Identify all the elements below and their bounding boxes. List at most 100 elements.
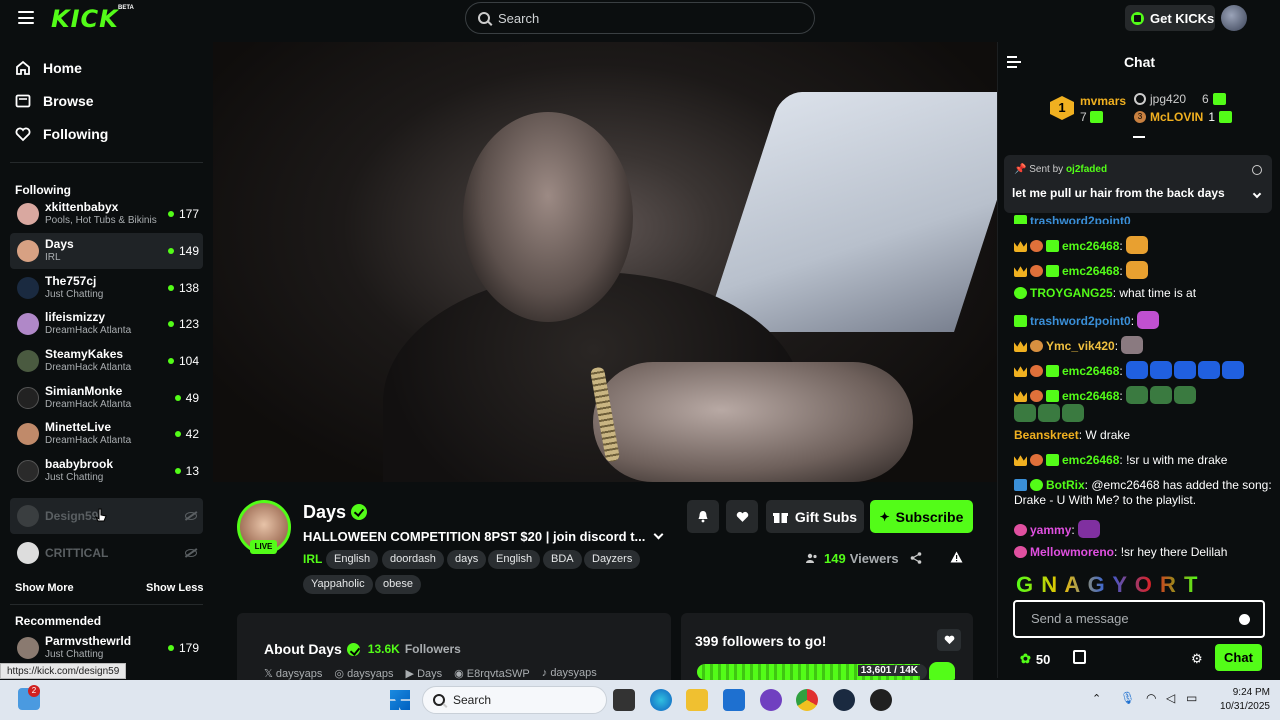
stream-tag[interactable]: English	[488, 550, 541, 569]
nav-browse[interactable]: Browse	[15, 93, 94, 109]
chrome-browser-icon[interactable]	[796, 689, 818, 711]
tray-chevron-icon[interactable]: ⌃	[1092, 692, 1101, 705]
video-player[interactable]	[213, 42, 997, 482]
chat-message: yammy:	[1014, 520, 1274, 538]
followed-channel[interactable]: baabybrook Just Chatting 13	[10, 453, 203, 489]
social-x[interactable]: 𝕏 daysyaps	[264, 667, 322, 680]
social-discord[interactable]: ◉ E8rqvtaSWP	[454, 667, 530, 680]
social-instagram[interactable]: ◎ daysyaps	[334, 667, 393, 680]
leader-entry[interactable]: jpg420 6	[1134, 92, 1229, 106]
file-explorer-icon[interactable]	[686, 689, 708, 711]
chat-input[interactable]: Send a message	[1013, 600, 1265, 638]
kick-logo[interactable]: KICK	[51, 5, 119, 33]
stream-tag[interactable]: doordash	[382, 550, 444, 569]
show-more-button[interactable]: Show More	[15, 582, 74, 594]
show-less-button[interactable]: Show Less	[146, 582, 203, 594]
sub-badge-icon	[1030, 265, 1043, 277]
stream-tag[interactable]: English	[326, 550, 379, 569]
social-tiktok[interactable]: ♪ daysyaps	[542, 667, 597, 680]
search-input[interactable]: Search	[465, 2, 815, 34]
menu-icon[interactable]	[18, 11, 34, 24]
chat-username[interactable]: yammy	[1030, 523, 1071, 537]
chat-message: emc26468:	[1014, 261, 1274, 279]
leader-entry[interactable]: 3 McLOVIN 1	[1134, 110, 1235, 124]
chat-message: trashword2point0	[1014, 214, 1274, 224]
chat-username[interactable]: emc26468	[1062, 264, 1119, 278]
recommended-channel[interactable]: Parmvsthewrld Just Chatting 179	[10, 633, 203, 663]
send-chat-button[interactable]: Chat	[1215, 644, 1262, 671]
emote-icon	[1062, 404, 1084, 422]
game-app-icon[interactable]	[870, 689, 892, 711]
followed-channel[interactable]: The757cj Just Chatting 138	[10, 270, 203, 306]
store-icon[interactable]	[1073, 650, 1086, 664]
steam-app-icon[interactable]	[833, 689, 855, 711]
taskbar-search[interactable]: Search	[422, 686, 607, 714]
chat-username[interactable]: trashword2point0	[1030, 314, 1131, 328]
nav-home[interactable]: Home	[15, 60, 82, 76]
hide-pin-icon[interactable]	[1252, 165, 1262, 175]
followed-channel[interactable]: SteamyKakes DreamHack Atlanta 104	[10, 343, 203, 379]
channel-category: Just Chatting	[45, 649, 104, 661]
report-icon[interactable]	[950, 551, 963, 566]
chat-username[interactable]: TROYGANG25	[1030, 286, 1113, 300]
chat-username[interactable]: emc26468	[1062, 364, 1119, 378]
chat-username[interactable]: trashword2point0	[1030, 214, 1131, 224]
followed-channel[interactable]: lifeismizzy DreamHack Atlanta 123	[10, 306, 203, 342]
discord-app-icon[interactable]	[760, 689, 782, 711]
chevron-down-icon[interactable]	[653, 529, 664, 540]
goal-follow-button[interactable]	[937, 629, 961, 651]
chat-username[interactable]: Ymc_vik420	[1046, 339, 1115, 353]
social-youtube[interactable]: ▶ Days	[406, 667, 443, 680]
wifi-icon[interactable]: ◠	[1146, 691, 1156, 705]
stream-tag[interactable]: Dayzers	[584, 550, 641, 569]
nav-following[interactable]: Following	[15, 126, 108, 142]
notification-button[interactable]	[687, 500, 719, 533]
emoji-icon[interactable]	[1239, 614, 1250, 625]
store-app-icon[interactable]	[723, 689, 745, 711]
volume-icon[interactable]: ◁	[1166, 691, 1175, 705]
get-kicks-button[interactable]: Get KICKs	[1125, 5, 1215, 31]
video-frame-head	[463, 112, 633, 322]
gift-subs-button[interactable]: Gift Subs	[766, 500, 864, 533]
task-view-icon[interactable]	[613, 689, 635, 711]
battery-icon[interactable]: ▭	[1186, 691, 1197, 705]
stream-title[interactable]: HALLOWEEN COMPETITION 8PST $20 | join di…	[303, 529, 664, 544]
emote-icon	[1150, 361, 1173, 379]
followed-channel[interactable]: Days IRL 149	[10, 233, 203, 269]
sub-badge-icon	[1030, 454, 1043, 466]
windows-start-icon[interactable]	[390, 690, 410, 710]
user-avatar[interactable]	[1221, 5, 1247, 31]
chat-username[interactable]: BotRix	[1046, 478, 1085, 492]
offline-eye-icon	[185, 512, 197, 520]
chevron-down-icon[interactable]	[1252, 189, 1262, 199]
expand-leaderboard-icon[interactable]	[1133, 136, 1145, 138]
chat-username[interactable]: emc26468	[1062, 239, 1119, 253]
followed-channel[interactable]: xkittenbabyx Pools, Hot Tubs & Bikinis 17…	[10, 196, 203, 232]
follow-button[interactable]	[726, 500, 758, 533]
search-icon	[433, 694, 445, 706]
chat-username[interactable]: emc26468	[1062, 453, 1119, 467]
avatar	[17, 637, 39, 659]
clock[interactable]: 9:24 PM 10/31/2025	[1220, 686, 1270, 714]
stream-tag[interactable]: BDA	[543, 550, 582, 569]
chat-username[interactable]: Mellowmoreno	[1030, 545, 1114, 559]
chat-username[interactable]: Beanskreet	[1014, 428, 1079, 442]
mouse-cursor-icon	[95, 508, 107, 522]
divider	[10, 604, 203, 605]
followed-channel[interactable]: SimianMonke DreamHack Atlanta 49	[10, 380, 203, 416]
leader-name[interactable]: mvmars	[1080, 94, 1126, 108]
category-link[interactable]: IRL	[303, 552, 322, 566]
edge-browser-icon[interactable]	[650, 689, 672, 711]
settings-gear-icon[interactable]: ⚙	[1191, 651, 1203, 667]
offline-channel[interactable]: CRITTICAL	[10, 535, 203, 571]
stream-tag[interactable]: Yappaholic	[303, 575, 373, 594]
stream-tag[interactable]: obese	[375, 575, 421, 594]
chat-username[interactable]: emc26468	[1062, 389, 1119, 403]
channel-points[interactable]: ✿ 50	[1020, 651, 1050, 667]
subscribe-button[interactable]: ✦ Subscribe	[870, 500, 973, 533]
microphone-icon[interactable]: 🎙	[1120, 691, 1135, 705]
stream-tag[interactable]: days	[447, 550, 487, 569]
streamer-name[interactable]: Days	[303, 502, 368, 523]
share-icon[interactable]	[910, 552, 922, 567]
followed-channel[interactable]: MinetteLive DreamHack Atlanta 42	[10, 416, 203, 452]
